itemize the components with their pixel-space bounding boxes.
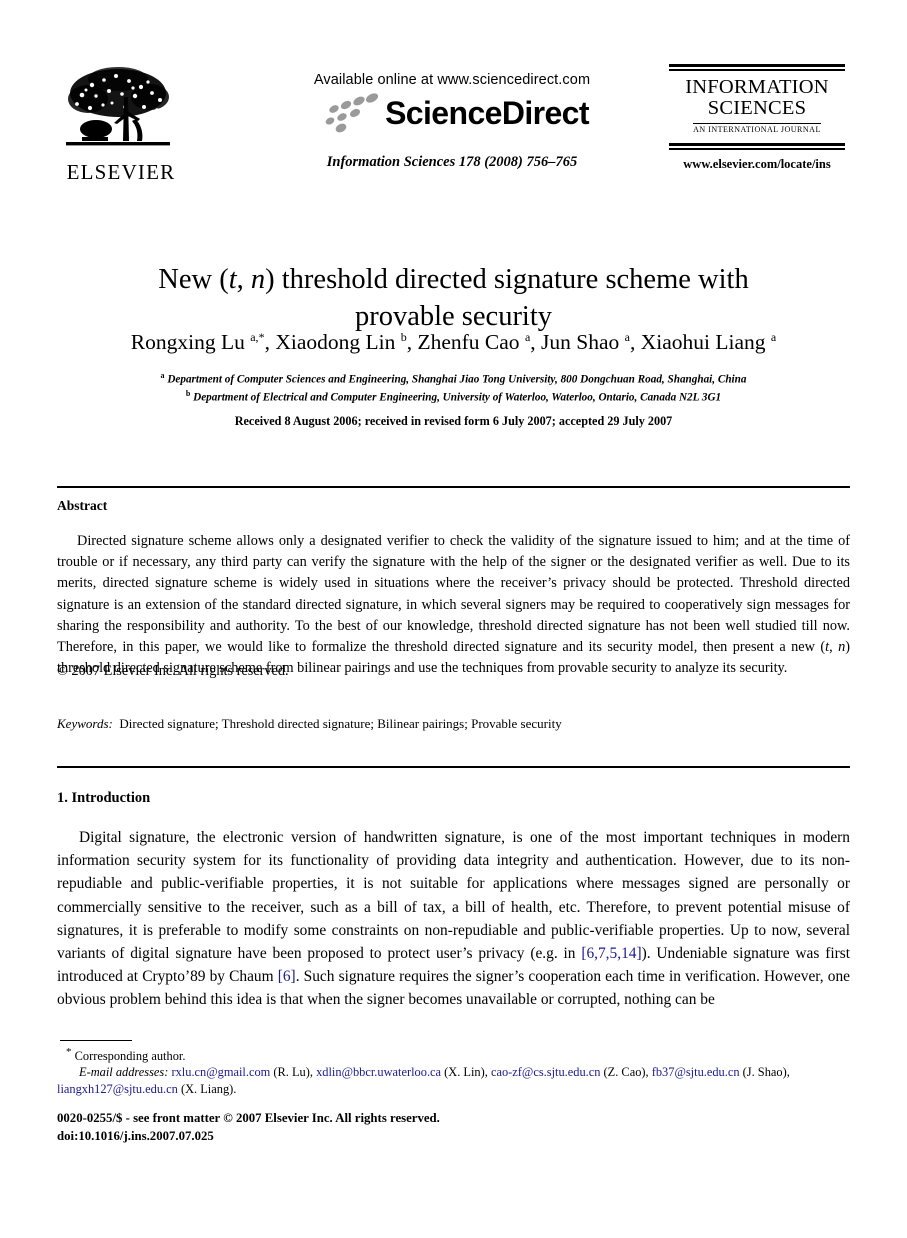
title-param-n: n: [250, 264, 266, 296]
citation-link-6[interactable]: [6]: [278, 968, 296, 985]
corresponding-marker: *: [258, 330, 265, 344]
logo-top-rule: [669, 64, 845, 71]
title-line2: provable security: [354, 300, 553, 332]
affiliation-a-text: Department of Computer Sciences and Engi…: [167, 373, 747, 386]
keywords-label: Keywords:: [57, 716, 113, 731]
email-person-liang: (X. Liang): [180, 1082, 234, 1097]
affil-marker-a: a: [160, 371, 165, 380]
author-affil-marker: a: [524, 330, 531, 344]
intro-part1: Digital signature, the electronic versio…: [57, 829, 850, 962]
email-addresses-note: E-mail addresses: rxlu.cn@gmail.com (R. …: [57, 1065, 790, 1097]
email-link-liang[interactable]: liangxh127@sjtu.edu.cn: [57, 1082, 178, 1096]
abstract-top-rule: [57, 486, 850, 488]
issn-line: 0020-0255/$ - see front matter © 2007 El…: [57, 1111, 440, 1125]
sciencedirect-dots-icon: [325, 93, 379, 133]
journal-logo-line2: SCIENCES: [707, 96, 807, 119]
title-suffix: ) threshold directed signature scheme wi…: [265, 264, 749, 296]
keywords: Keywords: Directed signature; Threshold …: [57, 716, 850, 732]
corresponding-author-marker: *: [66, 1046, 72, 1058]
email-link-lu[interactable]: rxlu.cn@gmail.com: [171, 1065, 270, 1079]
issn-footer: 0020-0255/$ - see front matter © 2007 El…: [57, 1110, 440, 1146]
email-label: E-mail addresses:: [79, 1065, 169, 1079]
elsevier-wordmark: ELSEVIER: [66, 160, 176, 184]
journal-url: www.elsevier.com/locate/ins: [683, 156, 831, 171]
title-separator: ,: [236, 264, 251, 296]
email-person-lin: (X. Lin): [444, 1065, 485, 1079]
author-affil-marker: a: [624, 330, 630, 344]
title-prefix: New (: [158, 264, 229, 296]
email-person-lu: (R. Lu): [273, 1065, 310, 1079]
sciencedirect-logo: ScienceDirect: [242, 92, 662, 134]
paper-header: ELSEVIER Available online at www.science…: [57, 58, 850, 198]
email-link-lin[interactable]: xdlin@bbcr.uwaterloo.ca: [316, 1065, 441, 1079]
affiliation-b-text: Department of Electrical and Computer En…: [193, 391, 722, 404]
journal-logo-title: INFORMATION SCIENCES: [667, 77, 847, 119]
sciencedirect-wordmark: ScienceDirect: [385, 94, 589, 131]
abstract-part1: Directed signature scheme allows only a …: [57, 533, 850, 656]
elsevier-tree-icon: [66, 67, 170, 146]
email-person-shao: (J. Shao): [742, 1065, 787, 1079]
journal-logo-subtitle: AN INTERNATIONAL JOURNAL: [693, 122, 821, 134]
corresponding-author-note: * Corresponding author.: [66, 1046, 185, 1064]
abstract-copyright: © 2007 Elsevier Inc. All rights reserved…: [57, 663, 289, 679]
abstract-bottom-rule: [57, 766, 850, 768]
keywords-value: Directed signature; Threshold directed s…: [119, 716, 562, 731]
author-affil-marker: a,: [250, 330, 259, 344]
received-dates: Received 8 August 2006; received in revi…: [234, 414, 673, 428]
email-link-cao[interactable]: cao-zf@cs.sjtu.edu.cn: [491, 1065, 600, 1079]
affiliation-a: a Department of Computer Sciences and En…: [60, 370, 847, 388]
author-affil-marker: b: [400, 330, 407, 344]
introduction-text: Digital signature, the electronic versio…: [57, 826, 850, 1011]
author-list: Rongxing Lu a,*, Xiaodong Lin b, Zhenfu …: [130, 330, 777, 355]
title-param-t: t: [228, 264, 237, 296]
author-affil-marker: a: [770, 330, 777, 344]
page-title: New (t, n) threshold directed signature …: [100, 262, 807, 335]
doi-line: doi:10.1016/j.ins.2007.07.025: [57, 1128, 214, 1143]
affil-marker-b: b: [185, 388, 191, 398]
affiliations: a Department of Computer Sciences and En…: [60, 370, 847, 406]
abstract-text: Directed signature scheme allows only a …: [57, 531, 850, 680]
elsevier-logo: ELSEVIER: [62, 63, 180, 183]
citation-link-6-7-5-14[interactable]: [6,7,5,14]: [581, 945, 641, 962]
corresponding-author-text: Corresponding author.: [74, 1049, 186, 1064]
journal-logo-line1: INFORMATION: [685, 76, 829, 98]
available-online-text: Available online at www.sciencedirect.co…: [313, 72, 591, 88]
email-person-cao: (Z. Cao): [603, 1065, 646, 1079]
sciencedirect-block: Available online at www.sciencedirect.co…: [242, 72, 662, 134]
abstract-param-comma: ,: [829, 639, 839, 656]
paper-page: ELSEVIER Available online at www.science…: [0, 0, 907, 1238]
section-heading-introduction: 1. Introduction: [57, 790, 151, 806]
abstract-heading: Abstract: [57, 498, 108, 513]
journal-reference: Information Sciences 178 (2008) 756–765: [326, 154, 578, 170]
footnote-rule: [60, 1040, 132, 1041]
affiliation-b: b Department of Electrical and Computer …: [60, 388, 847, 406]
logo-bottom-rule: [669, 142, 845, 150]
information-sciences-logo: INFORMATION SCIENCES AN INTERNATIONAL JO…: [667, 64, 847, 172]
email-link-shao[interactable]: fb37@sjtu.edu.cn: [652, 1065, 740, 1079]
